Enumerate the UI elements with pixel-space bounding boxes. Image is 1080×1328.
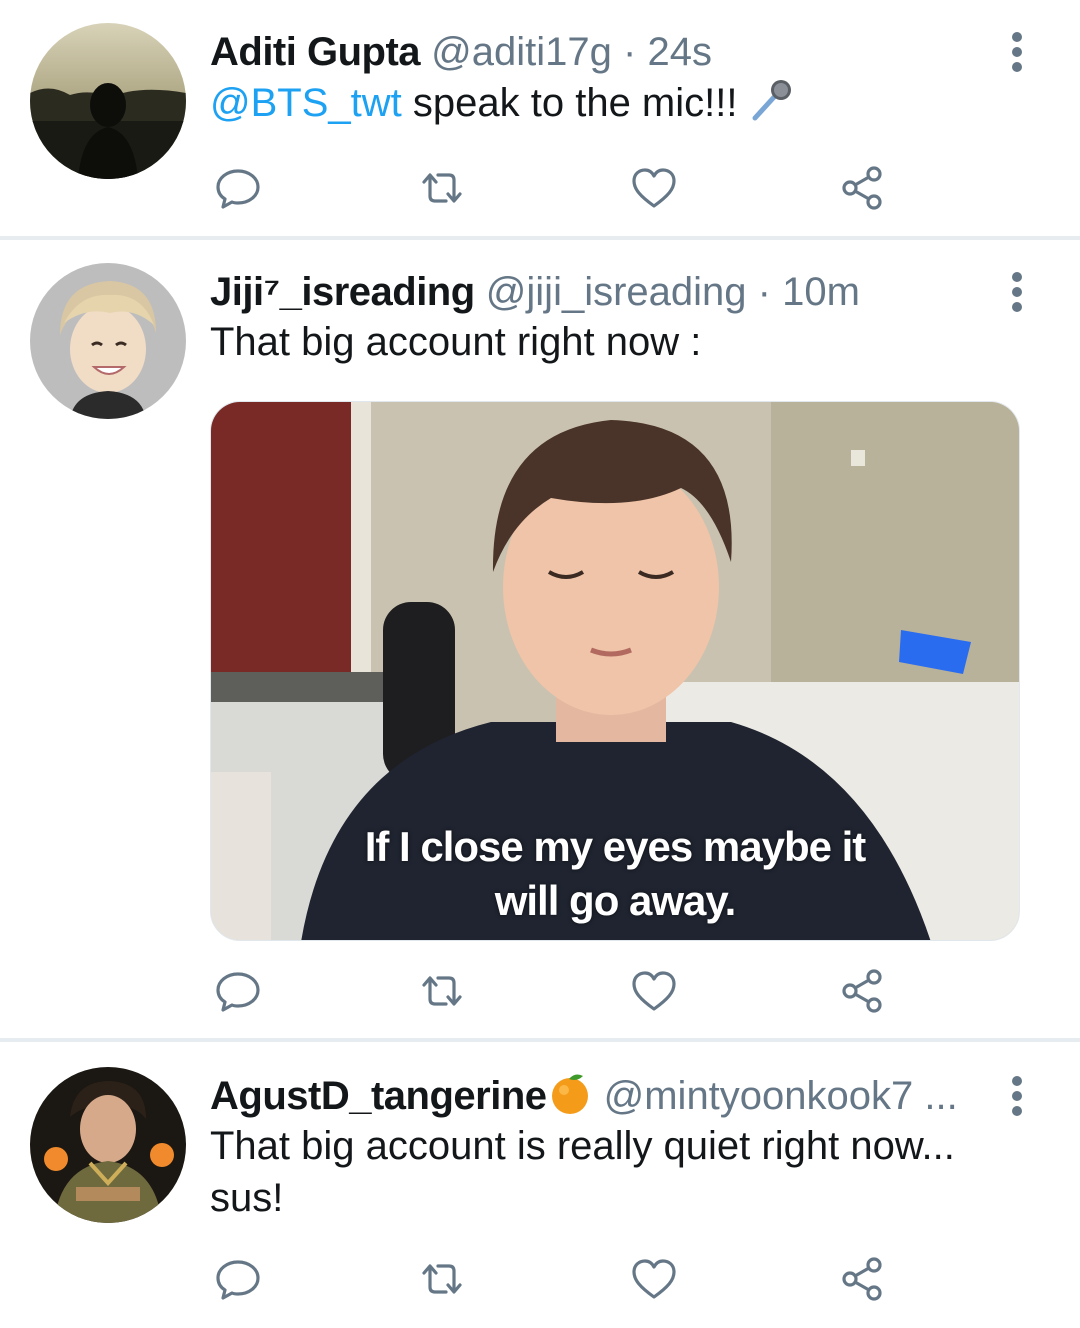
tweet-text: That big account is really quiet right n… [210,1124,955,1220]
like-icon [632,971,676,1011]
reply-icon [216,972,260,1012]
tweet-header: Aditi Gupta @aditi17g · 24s [210,28,980,76]
tweet-actions [210,1255,910,1303]
reply-icon [216,1260,260,1300]
more-options-icon[interactable] [1002,32,1032,72]
like-button[interactable] [630,967,678,1015]
tweet-header: AgustD_tangerine @mintyoonkook7 ... [210,1070,970,1127]
share-button[interactable] [838,967,886,1015]
more-options-icon[interactable] [1002,1076,1032,1116]
user-handle[interactable]: @aditi17g [431,30,612,74]
display-name[interactable]: Aditi Gupta [210,30,421,74]
tweet-2[interactable]: Jiji⁷_isreading @jiji_isreading · 10m Th… [0,240,1080,1038]
separator: · [757,270,771,314]
reply-icon [216,169,260,209]
retweet-button[interactable] [418,164,466,212]
tweet-actions [210,164,910,212]
reply-button[interactable] [214,967,262,1015]
tweet-text: That big account right now : [210,320,702,364]
retweet-button[interactable] [418,967,466,1015]
user-handle[interactable]: @mintyoonkook7 [604,1074,914,1118]
reply-button[interactable] [214,164,262,212]
microphone-icon [749,76,795,135]
meme-caption-line-1: If I close my eyes maybe it [364,823,867,870]
share-icon [842,166,882,210]
tweet-3[interactable]: AgustD_tangerine @mintyoonkook7 ... That… [0,1042,1080,1328]
like-button[interactable] [630,1255,678,1303]
more-options-icon[interactable] [1002,272,1032,312]
user-handle[interactable]: @jiji_isreading [486,270,747,314]
tweet-1[interactable]: Aditi Gupta @aditi17g · 24s @BTS_twt spe… [0,0,1080,236]
tweet-text: @BTS_twt speak to the mic!!! [210,76,1020,135]
display-name[interactable]: Jiji⁷_isreading [210,270,475,314]
meme-caption-line-2: will go away. [494,877,737,924]
tweet-header: Jiji⁷_isreading @jiji_isreading · 10m [210,268,980,316]
timestamp[interactable]: 24s [647,30,712,74]
tangerine-icon [547,1070,593,1127]
retweet-icon [422,976,462,1006]
avatar[interactable] [30,1067,186,1223]
handle-ellipsis: ... [924,1074,958,1119]
avatar[interactable] [30,23,186,179]
reply-button[interactable] [214,1255,262,1303]
tweet-media-image[interactable]: If I close my eyes maybe it will go away… [210,401,1020,941]
display-name[interactable]: AgustD_tangerine [210,1074,547,1118]
tweet-actions [210,967,910,1015]
meme-caption: If I close my eyes maybe it will go away… [211,820,1019,928]
timestamp[interactable]: 10m [782,270,860,314]
avatar[interactable] [30,263,186,419]
like-button[interactable] [630,164,678,212]
like-icon [632,168,676,208]
retweet-icon [422,173,462,203]
share-button[interactable] [838,164,886,212]
tweet-text-body: speak to the mic!!! [401,81,749,126]
share-icon [842,969,882,1013]
retweet-button[interactable] [418,1255,466,1303]
retweet-icon [422,1264,462,1294]
like-icon [632,1259,676,1299]
share-icon [842,1257,882,1301]
share-button[interactable] [838,1255,886,1303]
mention-link[interactable]: @BTS_twt [210,81,402,125]
separator: · [623,30,637,74]
